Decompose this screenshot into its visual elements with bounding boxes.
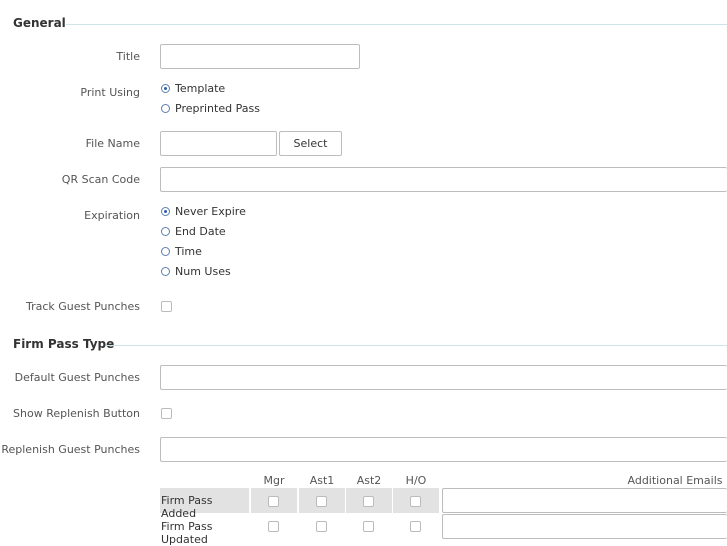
table-cell: [251, 514, 297, 539]
file-name-input[interactable]: [160, 131, 277, 156]
column-header-ho: H/O: [405, 474, 427, 487]
replenish-guest-punches-label: Replenish Guest Punches: [1, 443, 140, 456]
expiration-time-option[interactable]: Time: [161, 245, 202, 258]
table-row: Firm Pass Updated: [160, 514, 249, 546]
firm-pass-updated-mgr-checkbox[interactable]: [268, 521, 279, 532]
firm-pass-added-ast2-checkbox[interactable]: [363, 496, 374, 507]
radio-unselected-icon[interactable]: [161, 227, 170, 236]
expiration-label: Expiration: [84, 209, 140, 222]
firm-pass-updated-ho-checkbox[interactable]: [410, 521, 421, 532]
show-replenish-button-checkbox[interactable]: [161, 408, 172, 419]
table-cell: [393, 514, 439, 539]
replenish-guest-punches-input[interactable]: [160, 437, 727, 462]
track-guest-punches-label: Track Guest Punches: [26, 300, 140, 313]
firm-pass-type-section-divider: [106, 345, 727, 346]
qr-scan-code-label: QR Scan Code: [61, 173, 140, 186]
radio-selected-icon[interactable]: [161, 207, 170, 216]
expiration-num-uses-label: Num Uses: [175, 265, 231, 278]
table-cell: [393, 488, 439, 513]
firm-pass-added-mgr-checkbox[interactable]: [268, 496, 279, 507]
print-using-template-option[interactable]: Template: [161, 82, 225, 95]
expiration-end-date-option[interactable]: End Date: [161, 225, 226, 238]
table-cell: [346, 488, 392, 513]
show-replenish-button-label: Show Replenish Button: [13, 407, 140, 420]
firm-pass-updated-ast2-checkbox[interactable]: [363, 521, 374, 532]
title-label: Title: [116, 50, 140, 63]
column-header-ast2: Ast2: [356, 474, 382, 487]
table-cell: [346, 514, 392, 539]
expiration-time-label: Time: [175, 245, 202, 258]
print-using-preprinted-option[interactable]: Preprinted Pass: [161, 102, 260, 115]
radio-unselected-icon[interactable]: [161, 247, 170, 256]
radio-unselected-icon[interactable]: [161, 104, 170, 113]
firm-pass-updated-emails-input[interactable]: [442, 514, 727, 539]
firm-pass-added-emails-input[interactable]: [442, 488, 727, 513]
file-name-label: File Name: [85, 137, 140, 150]
expiration-never-expire-label: Never Expire: [175, 205, 246, 218]
qr-scan-code-input[interactable]: [160, 167, 727, 192]
select-file-button[interactable]: Select: [279, 131, 342, 156]
column-header-ast1: Ast1: [309, 474, 335, 487]
table-cell: [299, 514, 345, 539]
column-header-additional-emails: Additional Emails: [627, 474, 723, 487]
print-using-template-label: Template: [175, 82, 226, 95]
firm-pass-added-ast1-checkbox[interactable]: [316, 496, 327, 507]
title-input[interactable]: [160, 44, 360, 69]
firm-pass-added-ho-checkbox[interactable]: [410, 496, 421, 507]
radio-selected-icon[interactable]: [161, 84, 170, 93]
table-cell: [251, 488, 297, 513]
default-guest-punches-label: Default Guest Punches: [14, 371, 140, 384]
default-guest-punches-input[interactable]: [160, 365, 727, 390]
track-guest-punches-checkbox[interactable]: [161, 301, 172, 312]
expiration-num-uses-option[interactable]: Num Uses: [161, 265, 231, 278]
firm-pass-type-section-title: Firm Pass Type: [13, 337, 115, 351]
radio-unselected-icon[interactable]: [161, 267, 170, 276]
expiration-never-expire-option[interactable]: Never Expire: [161, 205, 246, 218]
print-using-preprinted-label: Preprinted Pass: [175, 102, 260, 115]
print-using-label: Print Using: [80, 86, 140, 99]
general-section-title: General: [13, 16, 66, 30]
expiration-end-date-label: End Date: [175, 225, 226, 238]
row-label-firm-pass-updated: Firm Pass Updated: [161, 520, 213, 546]
firm-pass-updated-ast1-checkbox[interactable]: [316, 521, 327, 532]
column-header-mgr: Mgr: [263, 474, 285, 487]
table-row: Firm Pass Added: [160, 488, 249, 520]
general-section-divider: [66, 24, 727, 25]
table-cell: [299, 488, 345, 513]
